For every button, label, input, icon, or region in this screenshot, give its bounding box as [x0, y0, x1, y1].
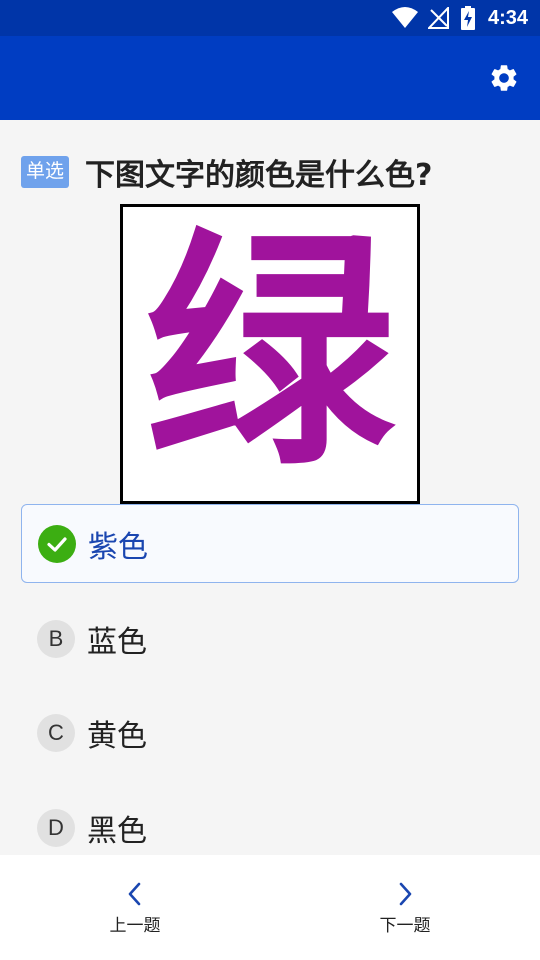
correct-check-icon: [38, 524, 76, 563]
option-c[interactable]: C 黄色: [21, 693, 519, 772]
question-content: 单选 下图文字的颜色是什么色? 绿 紫色 B 蓝色 C 黄色 D 黑色: [0, 120, 540, 855]
wifi-icon: [391, 7, 418, 28]
gear-icon: [491, 65, 517, 91]
option-text: 黑色: [87, 813, 147, 849]
question-title: 下图文字的颜色是什么色?: [85, 158, 433, 193]
option-d[interactable]: D 黑色: [21, 788, 519, 855]
clock: 4:34: [487, 6, 528, 29]
prev-question-button[interactable]: 上一题: [0, 855, 270, 960]
option-a[interactable]: 紫色: [21, 504, 519, 583]
option-b[interactable]: B 蓝色: [21, 599, 519, 678]
no-signal-icon: [427, 7, 449, 29]
next-question-label: 下一题: [379, 916, 431, 936]
chevron-right-icon: [399, 882, 412, 906]
battery-charging-icon: [460, 6, 475, 30]
option-text: 紫色: [88, 529, 148, 565]
question-header: 单选 下图文字的颜色是什么色?: [21, 150, 520, 194]
chevron-left-icon: [128, 882, 141, 906]
option-letter: B: [37, 619, 75, 658]
app-bar: [0, 36, 540, 120]
question-image: 绿: [120, 204, 420, 504]
question-type-badge: 单选: [21, 156, 70, 188]
option-text: 黄色: [87, 718, 147, 754]
settings-button[interactable]: [484, 58, 524, 98]
option-text: 蓝色: [87, 624, 147, 660]
next-question-button[interactable]: 下一题: [270, 855, 540, 960]
status-bar: 4:34: [0, 0, 540, 36]
bottom-navigation: 上一题 下一题: [0, 855, 540, 960]
option-letter: C: [37, 713, 75, 752]
question-image-character: 绿: [145, 208, 395, 499]
prev-question-label: 上一题: [109, 916, 161, 936]
option-letter: D: [37, 808, 75, 847]
